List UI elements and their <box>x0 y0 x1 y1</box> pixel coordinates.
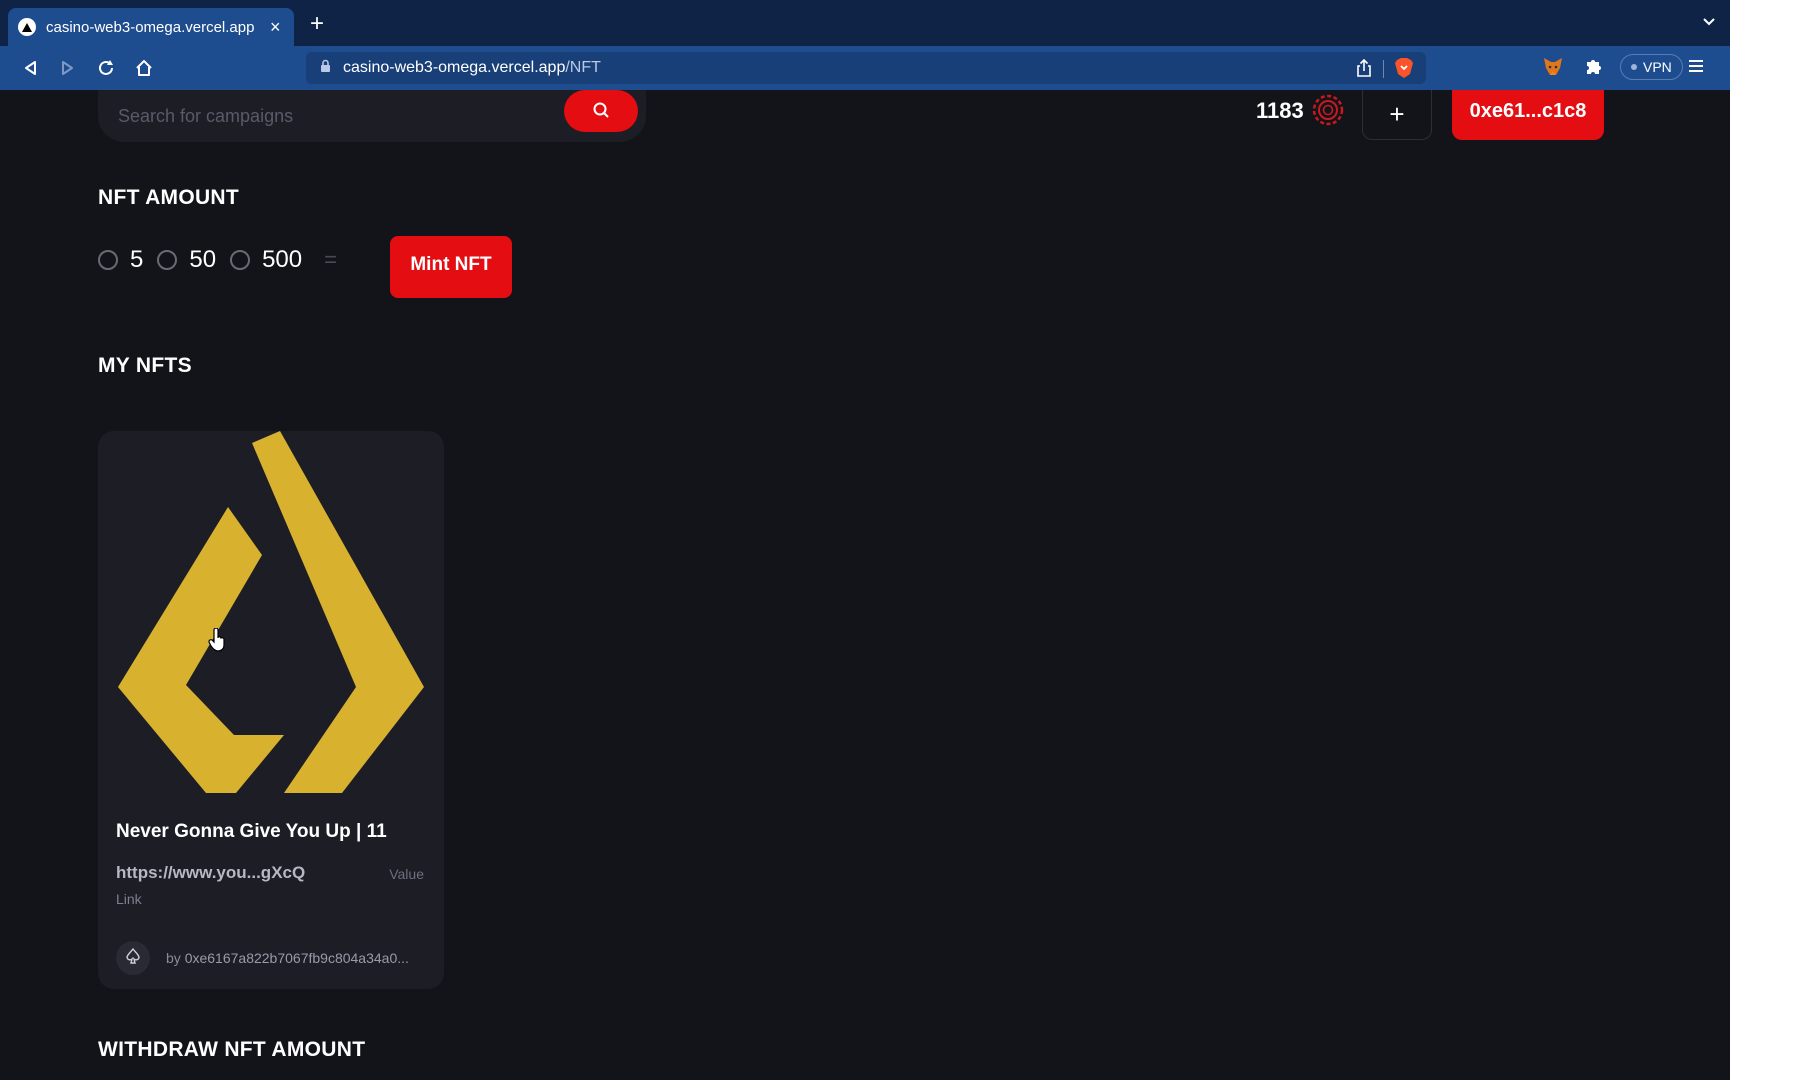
lock-icon <box>320 59 331 77</box>
nft-card[interactable]: Never Gonna Give You Up | 11 https://www… <box>98 431 444 989</box>
home-icon[interactable] <box>132 56 156 80</box>
back-arrow-icon[interactable] <box>18 56 42 80</box>
amount-option-label: 50 <box>189 246 217 273</box>
add-funds-button[interactable]: + <box>1362 90 1432 140</box>
wallet-address-button[interactable]: 0xe61...c1c8 <box>1452 90 1604 140</box>
nft-owner: by 0xe6167a822b7067fb9c804a34a0... <box>166 950 409 966</box>
metamask-fox-icon[interactable] <box>1542 56 1564 83</box>
token-balance: 1183 <box>1256 98 1304 123</box>
vpn-status-dot <box>1631 64 1637 70</box>
by-label: by <box>166 950 181 966</box>
vpn-button[interactable]: VPN <box>1620 54 1683 80</box>
browser-toolbar: casino-web3-omega.vercel.app/NFT VPN <box>0 46 1730 90</box>
nft-logo-image <box>118 431 424 793</box>
my-nfts-title: MY NFTS <box>98 354 192 377</box>
vercel-triangle-icon <box>18 18 36 36</box>
casino-chip-icon <box>1312 94 1344 131</box>
amount-option-label: 500 <box>262 246 303 273</box>
withdraw-nft-title: WITHDRAW NFT AMOUNT <box>98 1038 366 1061</box>
forward-arrow-icon[interactable] <box>56 56 80 80</box>
equals-sign: = <box>324 247 337 272</box>
url-text: casino-web3-omega.vercel.app/NFT <box>343 59 601 77</box>
search-input[interactable] <box>116 100 540 132</box>
tab-title: casino-web3-omega.vercel.app <box>46 18 255 36</box>
tab-bar: casino-web3-omega.vercel.app × + <box>0 0 1730 46</box>
puzzle-icon[interactable] <box>1584 56 1604 81</box>
address-bar[interactable]: casino-web3-omega.vercel.app/NFT <box>306 52 1426 84</box>
tab-close-icon[interactable]: × <box>270 18 281 36</box>
spade-icon <box>125 947 141 969</box>
page-content: 1183 + 0xe61...c1c8 NFT AMOUNT 5 50 500 <box>0 90 1730 1080</box>
search-icon <box>592 101 610 122</box>
amount-option-5[interactable]: 5 <box>98 246 143 274</box>
nft-link-label: Link <box>116 891 142 907</box>
radio-button[interactable] <box>230 250 251 270</box>
url-separator <box>1383 60 1384 78</box>
radio-button[interactable] <box>157 250 178 270</box>
hand-cursor-icon <box>208 627 228 657</box>
browser-window: casino-web3-omega.vercel.app × + casino-… <box>0 0 1730 1080</box>
reload-icon[interactable] <box>94 56 118 80</box>
nft-amount-title: NFT AMOUNT <box>98 186 240 209</box>
brave-shield-icon[interactable] <box>1394 57 1414 84</box>
amount-option-50[interactable]: 50 <box>157 246 216 274</box>
active-tab[interactable]: casino-web3-omega.vercel.app × <box>8 8 294 46</box>
new-tab-button[interactable]: + <box>310 12 324 36</box>
nft-link[interactable]: https://www.you...gXcQ <box>116 863 305 883</box>
url-host: casino-web3-omega.vercel.app <box>343 59 566 76</box>
owner-address: 0xe6167a822b7067fb9c804a34a0... <box>184 950 409 966</box>
amount-option-500[interactable]: 500 <box>230 246 302 274</box>
amount-option-label: 5 <box>130 246 144 273</box>
url-path: /NFT <box>565 59 601 76</box>
nft-value-label: Value <box>389 866 424 882</box>
hamburger-menu-icon[interactable] <box>1688 58 1704 79</box>
mint-nft-button[interactable]: Mint NFT <box>390 236 512 298</box>
search-bar <box>98 90 646 142</box>
radio-button[interactable] <box>98 250 118 270</box>
share-icon[interactable] <box>1356 58 1372 82</box>
vpn-label: VPN <box>1643 59 1672 75</box>
owner-avatar <box>116 941 150 975</box>
nft-name: Never Gonna Give You Up | 11 <box>116 821 387 842</box>
chevron-down-icon[interactable] <box>1702 14 1716 32</box>
search-button[interactable] <box>564 90 638 132</box>
nft-amount-options: 5 50 500 = <box>98 240 337 280</box>
